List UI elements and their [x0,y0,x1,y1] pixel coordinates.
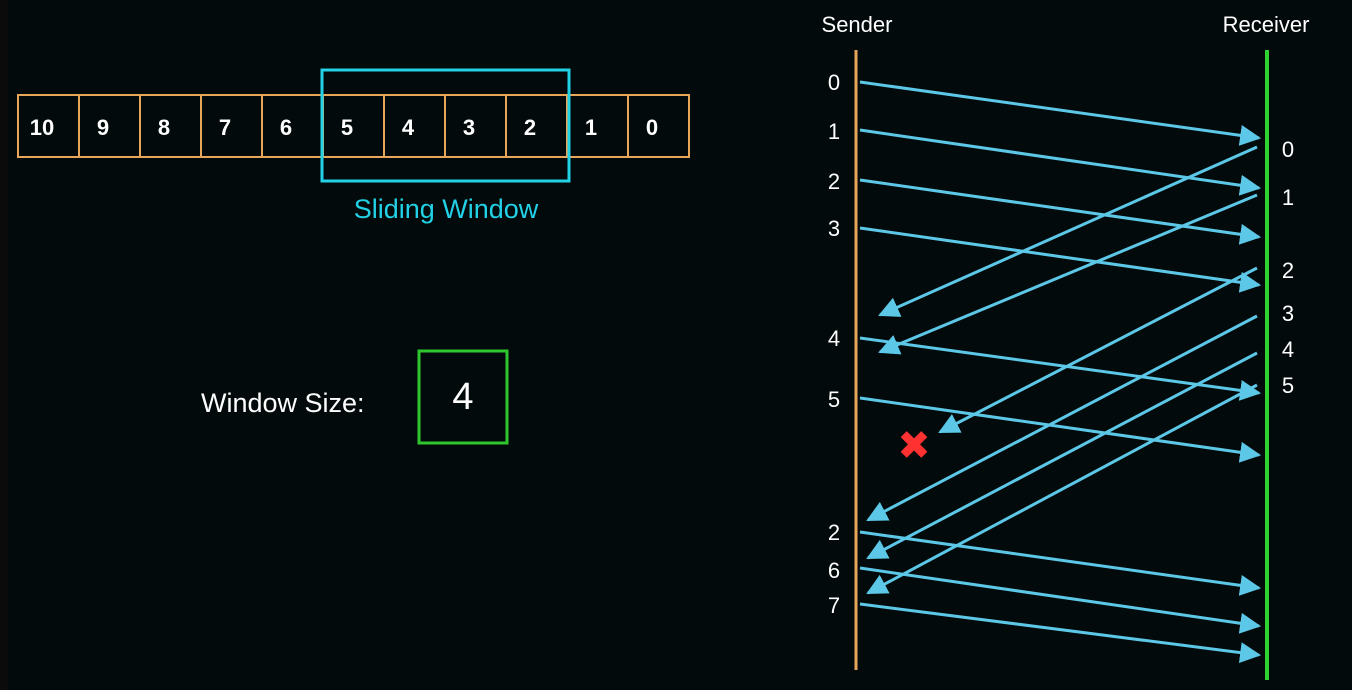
sliding-window-diagram: 10 9 8 7 6 5 4 3 2 1 0 Sliding Window Window Size:… [17,12,1310,680]
frame-6-arrow [859,566,1262,634]
sequence-cell [200,94,263,158]
sequence-number: 8 [158,115,170,140]
receiver-heading: Receiver [1223,12,1310,37]
sequence-cell [139,94,202,158]
receiver-mark: 2 [1282,258,1294,283]
ack-2-lost-arrow [938,266,1258,434]
receiver-mark: 0 [1282,137,1294,162]
lost-acknowledgement-marker: ✖ [897,423,931,469]
window-size-value: 4 [452,376,473,418]
sender-mark: 1 [828,119,840,144]
sender-mark: 6 [828,558,840,583]
sequence-cell [444,94,507,158]
sequence-number: 6 [280,115,292,140]
sender-mark: 2 [828,520,840,545]
sequence-cell [627,94,690,158]
sequence-cell [261,94,324,158]
sequence-number: 9 [97,115,109,140]
sender-mark: 4 [828,326,840,351]
ack-0-arrow [878,145,1258,317]
sequence-number: 4 [402,115,415,140]
sender-sequence-marks: 0 1 2 3 4 5 2 6 7 [828,70,840,618]
frame-2-resend-arrow [859,530,1262,596]
frame-7-arrow [859,602,1262,664]
sender-heading: Sender [822,12,893,37]
frame-1-arrow [859,128,1262,196]
sequence-number-strip: 10 9 8 7 6 5 4 3 2 1 0 [17,94,690,158]
frame-0-arrow [859,80,1262,146]
sequence-cell [566,94,629,158]
sequence-number: 2 [524,115,536,140]
sliding-window-label: Sliding Window [354,194,539,224]
receiver-mark: 5 [1282,373,1294,398]
sequence-number: 10 [30,115,54,140]
ack-1-arrow [878,193,1258,355]
sender-mark: 7 [828,593,840,618]
sender-mark: 5 [828,387,840,412]
receiver-sequence-marks: 0 1 2 3 4 5 [1282,137,1294,398]
sender-mark: 0 [828,70,840,95]
receiver-mark: 3 [1282,301,1294,326]
sequence-number: 0 [646,115,658,140]
receiver-mark: 1 [1282,185,1294,210]
receiver-mark: 4 [1282,337,1294,362]
message-arrows [859,80,1262,664]
sender-mark: 2 [828,169,840,194]
window-size-label: Window Size: [201,388,365,418]
sequence-cell [322,94,385,158]
sequence-number: 3 [463,115,475,140]
sequence-cell [78,94,141,158]
sequence-number: 7 [219,115,231,140]
frame-2-arrow [859,178,1262,245]
sequence-number: 5 [341,115,353,140]
sequence-number: 1 [585,115,597,140]
sequence-cell [505,94,568,158]
sequence-cell [383,94,446,158]
sender-mark: 3 [828,216,840,241]
